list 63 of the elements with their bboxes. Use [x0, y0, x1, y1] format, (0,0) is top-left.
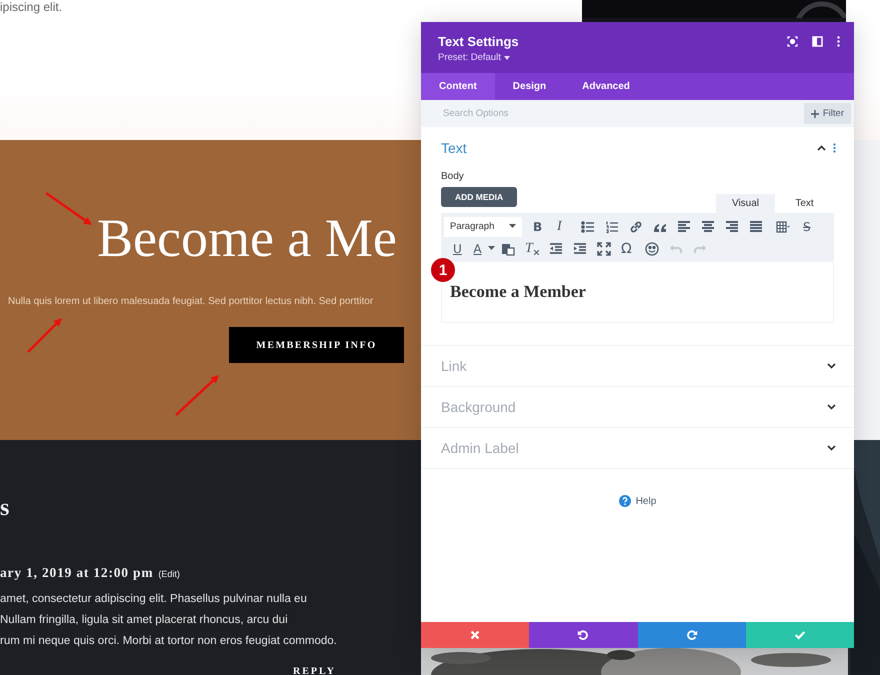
justify-icon[interactable]	[749, 220, 763, 234]
special-character-button[interactable]: Ω	[621, 240, 635, 258]
hero-paragraph: Nulla quis lorem ut libero malesuada feugiat. Sed porttitor lectus nibh. Sed porttitor	[8, 296, 374, 307]
align-left-icon[interactable]	[677, 220, 691, 234]
membership-button[interactable]: MEMBERSHIP INFO	[229, 327, 404, 363]
underline-button[interactable]: U	[453, 240, 467, 258]
text-color-button[interactable]: A	[473, 240, 495, 258]
more-icon[interactable]	[837, 36, 840, 47]
hero-heading: Become a Me	[97, 208, 397, 268]
clear-formatting-button[interactable]: T	[525, 240, 539, 258]
format-dropdown[interactable]: Paragraph	[444, 216, 522, 236]
edit-link[interactable]: (Edit)	[158, 569, 180, 579]
comment-text: Nullam fringilla, ligula sit amet placerat rhoncus, arcu dui	[0, 613, 288, 628]
chevron-up-icon[interactable]	[817, 145, 826, 151]
indent-icon[interactable]	[573, 242, 587, 256]
comment-text: rum mi neque quis orci. Morbi at tortor non eros feugiat commodo.	[0, 634, 337, 649]
panel-tab[interactable]: Advanced	[564, 73, 648, 100]
search-field[interactable]: Search Options	[441, 107, 645, 120]
outdent-icon[interactable]	[549, 242, 563, 256]
cross-icon	[534, 250, 539, 254]
close-icon	[469, 629, 482, 641]
numbered-list-icon[interactable]	[605, 220, 619, 234]
fullscreen-icon[interactable]	[597, 242, 611, 256]
more-icon[interactable]	[833, 143, 836, 153]
italic-button[interactable]: I	[557, 218, 571, 236]
bold-button[interactable]: B	[533, 218, 547, 236]
emoji-icon[interactable]	[645, 242, 659, 256]
comment-date: ary 1, 2019 at 12:00 pm	[0, 565, 154, 581]
split-view-icon[interactable]	[812, 36, 823, 47]
redo-icon	[686, 629, 698, 641]
chevron-down-icon[interactable]	[827, 363, 836, 369]
help-link[interactable]: Help	[636, 496, 656, 506]
panel-tab[interactable]: Content	[421, 73, 495, 100]
field-label: Body	[441, 171, 465, 182]
body-text: ipiscing elit.	[0, 0, 64, 14]
strikethrough-button[interactable]: S	[803, 218, 817, 236]
panel-tab[interactable]: Design	[494, 73, 564, 100]
caret-icon	[488, 246, 495, 251]
focus-icon[interactable]	[787, 36, 798, 47]
align-right-icon[interactable]	[725, 220, 739, 234]
panel-title: Text Settings	[438, 34, 519, 49]
plus-icon	[810, 110, 819, 118]
undo-icon	[577, 629, 590, 641]
align-center-icon[interactable]	[701, 220, 715, 234]
filter-button[interactable]: Filter	[804, 103, 851, 124]
chevron-down-icon[interactable]	[827, 404, 836, 410]
comment-text: amet, consectetur adipiscing elit. Phasellus pulvinar nulla eu	[0, 592, 307, 607]
reply-link[interactable]: REPLY	[293, 666, 336, 675]
caret-icon	[509, 224, 516, 229]
comments-heading: s	[0, 495, 10, 521]
help-icon[interactable]	[618, 495, 631, 507]
check-icon	[794, 629, 806, 641]
caret-icon	[504, 56, 510, 60]
section-toggle[interactable]: Text	[441, 140, 467, 156]
editor-content: Become a Member	[450, 282, 586, 302]
link-icon[interactable]	[629, 220, 643, 234]
table-icon[interactable]	[775, 220, 791, 234]
paste-icon[interactable]	[501, 242, 515, 256]
add-media-button[interactable]: ADD MEDIA	[441, 187, 518, 207]
preset-dropdown[interactable]: Preset: Default	[438, 52, 519, 63]
bullet-list-icon[interactable]	[581, 220, 595, 234]
chevron-down-icon[interactable]	[827, 445, 836, 451]
editor-tab[interactable]: Visual	[716, 194, 775, 213]
